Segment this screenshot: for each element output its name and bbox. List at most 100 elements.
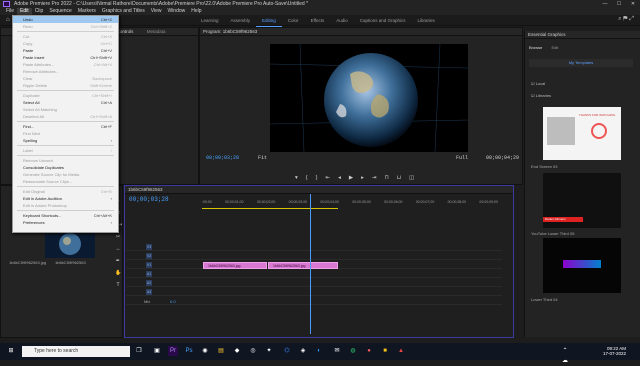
pen-tool-icon[interactable]: ✒: [115, 258, 121, 264]
track-label-a1[interactable]: A1: [146, 271, 152, 277]
my-templates-button[interactable]: My Templates: [529, 59, 633, 67]
program-timecode[interactable]: 00;00;03;28: [206, 155, 239, 161]
menu-window[interactable]: Window: [164, 8, 188, 15]
menu-view[interactable]: View: [148, 8, 165, 15]
work-area-bar[interactable]: [202, 208, 338, 209]
local-checkbox[interactable]: ☑ Local: [531, 81, 545, 86]
app-taskbar-icon-3[interactable]: ✦: [264, 346, 274, 356]
tab-metadata[interactable]: Metadata: [147, 29, 166, 34]
workspace-audio[interactable]: Audio: [330, 15, 354, 27]
play-icon[interactable]: ▶: [349, 175, 353, 181]
workspace-color[interactable]: Color: [282, 15, 305, 27]
edit-menu-item[interactable]: Preferences ›: [13, 219, 118, 226]
maximize-button[interactable]: ☐: [612, 0, 626, 8]
menu-help[interactable]: Help: [188, 8, 204, 15]
menu-sequence[interactable]: Sequence: [46, 8, 75, 15]
home-icon[interactable]: ⌂: [6, 17, 10, 23]
menu-edit[interactable]: Edit: [17, 8, 32, 15]
track-label-a3[interactable]: A3: [146, 289, 152, 295]
timeline-clip[interactable]: 1b6bC59f962563.jpg: [268, 262, 338, 269]
media-app-icon[interactable]: ▣: [152, 346, 162, 356]
template-lower-third-yt[interactable]: Daniel Johnson: [543, 173, 621, 228]
timeline-ruler[interactable]: :00;00 00;00;01;00 00;00;02;00 00;00;03;…: [202, 200, 498, 206]
app-taskbar-icon-7[interactable]: ■: [380, 346, 390, 356]
program-quality-select[interactable]: Full: [456, 155, 468, 161]
app-taskbar-icon-2[interactable]: ◆: [232, 346, 242, 356]
playhead[interactable]: [310, 194, 311, 334]
tab-browse[interactable]: Browse: [529, 45, 542, 50]
app-taskbar-icon-4[interactable]: ◈: [298, 346, 308, 356]
photoshop-taskbar-icon[interactable]: Ps: [184, 346, 194, 356]
track-label-v2[interactable]: V2: [146, 253, 152, 259]
lift-icon[interactable]: ⊓: [384, 175, 388, 181]
essential-graphics-title[interactable]: Essential Graphics: [528, 32, 566, 37]
menu-clip[interactable]: Clip: [32, 8, 47, 15]
add-marker-icon[interactable]: ▾: [295, 175, 298, 181]
workspace-libraries[interactable]: Libraries: [412, 15, 441, 27]
track-label-a2[interactable]: A2: [146, 280, 152, 286]
app-taskbar-icon-5[interactable]: ✉: [332, 346, 342, 356]
task-view-icon[interactable]: ❐: [134, 346, 144, 356]
edit-menu-item[interactable]: Undo Ctrl+Z: [13, 16, 118, 23]
vscode-icon[interactable]: ⌬: [282, 346, 292, 356]
step-back-icon[interactable]: ◂: [338, 175, 341, 181]
premiere-taskbar-icon[interactable]: Pr: [168, 346, 178, 356]
workspace-learning[interactable]: Learning: [195, 15, 225, 27]
edit-menu-item[interactable]: Spelling ›: [13, 137, 118, 144]
mark-out-icon[interactable]: }: [316, 175, 318, 181]
track-label-v1[interactable]: V1: [146, 262, 152, 268]
search-icon[interactable]: ⌕ ⚑ ⤢: [618, 16, 634, 23]
timeline-timecode[interactable]: 00;00;03;28: [129, 196, 169, 203]
program-video-frame[interactable]: [270, 44, 468, 152]
file-explorer-icon[interactable]: ▤: [216, 346, 226, 356]
taskbar-clock[interactable]: 09:22 AM 17-07-2022: [603, 346, 626, 356]
tray-icons[interactable]: ⌃ ☁: [560, 346, 570, 364]
chrome-icon[interactable]: ◎: [248, 346, 258, 356]
mark-in-icon[interactable]: {: [306, 175, 308, 181]
taskbar-search[interactable]: Type here to search: [22, 346, 130, 357]
app-taskbar-icon-6[interactable]: ●: [364, 346, 374, 356]
app-taskbar-icon[interactable]: ◉: [200, 346, 210, 356]
edge-icon[interactable]: ◐: [314, 346, 324, 356]
project-thumbnail[interactable]: [45, 230, 95, 258]
go-to-out-icon[interactable]: ⇥: [372, 175, 377, 181]
edit-menu-item[interactable]: Find... Ctrl+F: [13, 123, 118, 130]
libraries-checkbox[interactable]: ☑ Libraries: [531, 93, 551, 98]
program-title[interactable]: Program: 1b6bC59f962563: [203, 29, 257, 34]
edit-menu-item[interactable]: Paste Insert Ctrl+Shift+V: [13, 54, 118, 61]
program-fit-select[interactable]: Fit: [258, 155, 267, 161]
sequence-tab[interactable]: 1b6bC59f962563: [128, 187, 163, 192]
edit-menu-item-label: Paste Attributes...: [23, 62, 55, 67]
menu-markers[interactable]: Markers: [75, 8, 99, 15]
workspace-assembly[interactable]: Assembly: [225, 15, 257, 27]
edit-menu-item[interactable]: Select All Ctrl+A: [13, 99, 118, 106]
timeline-clip[interactable]: 1b6bC59f962563.jpg: [203, 262, 267, 269]
edit-menu-item[interactable]: Edit in Adobe Audition ›: [13, 195, 118, 202]
slip-tool-icon[interactable]: ↔: [115, 246, 121, 252]
hand-tool-icon[interactable]: ✋: [115, 270, 121, 276]
close-button[interactable]: ✕: [626, 0, 640, 8]
workspace-editing[interactable]: Editing: [256, 15, 282, 27]
edit-menu-item[interactable]: Paste Ctrl+V: [13, 47, 118, 54]
windows-start-icon[interactable]: ⊞: [6, 346, 16, 356]
whatsapp-icon[interactable]: ◍: [348, 346, 358, 356]
template-lower-third-04[interactable]: [543, 238, 621, 293]
menu-file[interactable]: File: [3, 8, 17, 15]
tab-edit[interactable]: Edit: [551, 45, 558, 50]
export-frame-icon[interactable]: ◫: [409, 175, 414, 181]
razor-tool-icon[interactable]: ✂: [115, 234, 121, 240]
mix-value[interactable]: 0.0: [170, 299, 176, 304]
template-end-screen[interactable]: THANKS FOR WATCHING: [543, 107, 621, 160]
workspace-captions[interactable]: Captions and Graphics: [354, 15, 412, 27]
minimize-button[interactable]: —: [598, 0, 612, 8]
step-forward-icon[interactable]: ▸: [361, 175, 364, 181]
workspace-effects[interactable]: Effects: [305, 15, 331, 27]
track-label-v3[interactable]: V3: [146, 244, 152, 250]
type-tool-icon[interactable]: T: [115, 282, 121, 288]
menu-graphics[interactable]: Graphics and Titles: [99, 8, 148, 15]
edit-menu-item[interactable]: Keyboard Shortcuts... Ctrl+Alt+K: [13, 212, 118, 219]
edit-menu-item[interactable]: Consolidate Duplicates: [13, 164, 118, 171]
app-taskbar-icon-8[interactable]: ▲: [396, 346, 406, 356]
extract-icon[interactable]: ⊔: [397, 175, 401, 181]
go-to-in-icon[interactable]: ⇤: [325, 175, 330, 181]
